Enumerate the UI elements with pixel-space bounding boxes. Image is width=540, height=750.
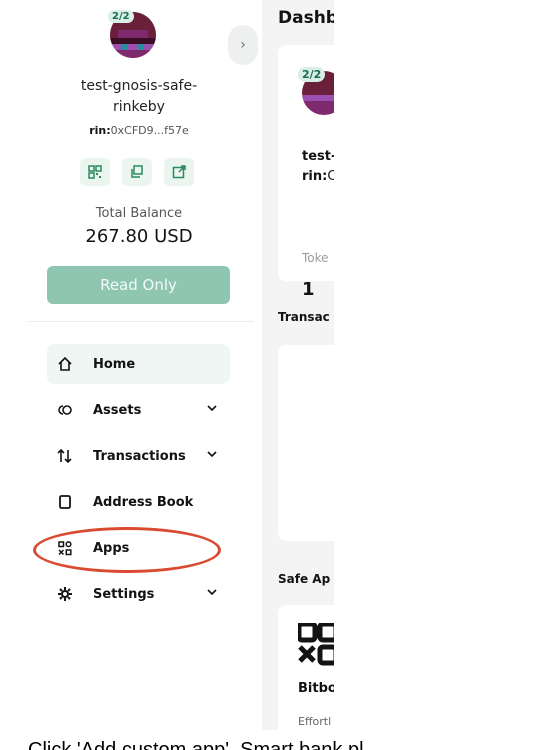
address-book-icon bbox=[57, 494, 79, 510]
sidebar-nav: Home Assets Transactions Address Book Ap… bbox=[47, 344, 230, 620]
safe-name: test- bbox=[302, 149, 334, 164]
chevron-down-icon bbox=[206, 402, 218, 418]
safe-apps-section-title: Safe Ap bbox=[278, 572, 331, 586]
safe-actions bbox=[80, 158, 194, 186]
safe-address: rin:0xCFD9...f57e bbox=[89, 124, 189, 137]
read-only-button[interactable]: Read Only bbox=[47, 266, 230, 304]
tokens-value: 1 bbox=[302, 279, 315, 300]
tokens-label: Toke bbox=[302, 251, 329, 265]
chevron-down-icon bbox=[206, 586, 218, 602]
sidebar-item-label: Address Book bbox=[93, 494, 194, 510]
assets-icon bbox=[57, 402, 79, 418]
sidebar-item-settings[interactable]: Settings bbox=[47, 574, 230, 614]
transactions-card bbox=[278, 345, 334, 541]
settings-icon bbox=[57, 586, 79, 602]
safe-name: test-gnosis-safe-rinkeby bbox=[80, 78, 198, 115]
sidebar-item-label: Assets bbox=[93, 402, 142, 418]
total-balance-label: Total Balance bbox=[95, 206, 183, 221]
main-content: Dashb 2/2 test- rin:C Toke 1 Transac Saf… bbox=[262, 0, 334, 730]
divider bbox=[28, 321, 254, 322]
instruction-caption: Click 'Add custom app'. Smart bank pl bbox=[28, 739, 364, 750]
transactions-icon bbox=[57, 448, 79, 464]
threshold-badge: 2/2 bbox=[298, 67, 326, 82]
safe-address: rin:C bbox=[302, 169, 334, 184]
app-description: Effortl bbox=[298, 715, 332, 728]
sidebar-item-home[interactable]: Home bbox=[47, 344, 230, 384]
page-title: Dashb bbox=[278, 8, 334, 28]
sidebar-item-label: Settings bbox=[93, 586, 155, 602]
transactions-section-title: Transac bbox=[278, 310, 330, 324]
sidebar-item-transactions[interactable]: Transactions bbox=[47, 436, 230, 476]
sidebar-item-label: Transactions bbox=[93, 448, 186, 464]
external-link-icon[interactable] bbox=[164, 158, 194, 186]
sidebar: 2/2 › test-gnosis-safe-rinkeby rin:0xCFD… bbox=[0, 0, 258, 750]
sidebar-item-label: Home bbox=[93, 356, 136, 372]
safe-app-card[interactable]: Bitbo Effortl bbox=[278, 605, 334, 730]
total-balance-value: 267.80 USD bbox=[85, 226, 193, 247]
collapse-sidebar-button[interactable]: › bbox=[228, 25, 258, 65]
app-name: Bitbo bbox=[298, 681, 334, 696]
sidebar-item-assets[interactable]: Assets bbox=[47, 390, 230, 430]
qr-code-icon[interactable] bbox=[80, 158, 110, 186]
threshold-badge: 2/2 bbox=[108, 10, 134, 23]
safe-avatar: 2/2 bbox=[108, 10, 158, 60]
bitbond-logo-icon bbox=[296, 621, 334, 672]
safe-overview-card: 2/2 test- rin:C Toke 1 bbox=[278, 45, 334, 300]
chevron-right-icon: › bbox=[240, 37, 246, 53]
home-icon bbox=[57, 356, 79, 372]
highlight-ellipse bbox=[33, 527, 221, 573]
copy-icon[interactable] bbox=[122, 158, 152, 186]
chevron-down-icon bbox=[206, 448, 218, 464]
sidebar-item-address-book[interactable]: Address Book bbox=[47, 482, 230, 522]
